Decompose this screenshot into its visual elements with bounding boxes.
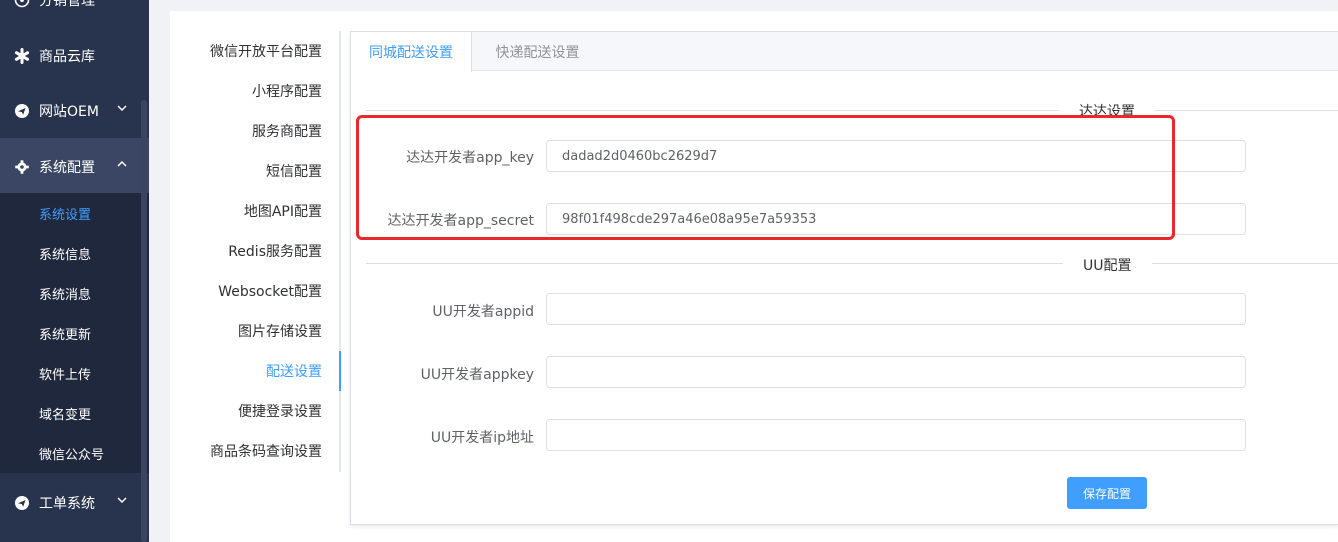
settings-nav-service-provider[interactable]: 服务商配置 <box>252 111 322 151</box>
settings-nav-barcode-query[interactable]: 商品条码查询设置 <box>210 431 322 471</box>
settings-nav-map-api[interactable]: 地图API配置 <box>244 191 322 231</box>
sidebar: 分销管理 商品云库 网站OEM 系统配置 系统设置 系统信息 系统消息 系统更新… <box>0 0 149 542</box>
settings-nav-websocket[interactable]: Websocket配置 <box>218 271 322 311</box>
distribution-icon <box>14 0 30 8</box>
sidebar-item-label: 商品云库 <box>39 48 95 65</box>
chevron-down-icon <box>115 493 129 507</box>
dada-app-secret-label: 达达开发者app_secret <box>387 213 534 229</box>
chevron-down-icon <box>115 101 129 115</box>
dada-app-key-label: 达达开发者app_key <box>406 150 534 166</box>
dada-app-key-input[interactable] <box>546 140 1246 172</box>
sidebar-subitem-system-update[interactable]: 系统更新 <box>0 313 141 353</box>
tab-local-delivery[interactable]: 同城配送设置 <box>351 32 472 72</box>
settings-nav-mini-program[interactable]: 小程序配置 <box>252 71 322 111</box>
settings-nav: 微信开放平台配置 小程序配置 服务商配置 短信配置 地图API配置 Redis服… <box>170 31 342 472</box>
settings-nav-quick-login[interactable]: 便捷登录设置 <box>238 391 322 431</box>
dada-divider <box>366 110 1338 111</box>
uu-ip-input[interactable] <box>546 419 1246 451</box>
tab-express-delivery[interactable]: 快递配送设置 <box>472 32 603 72</box>
sidebar-item-product-cloud[interactable]: 商品云库 <box>0 28 141 83</box>
sidebar-item-label: 分销管理 <box>39 0 95 9</box>
sidebar-item-label: 网站OEM <box>39 103 99 120</box>
uu-divider <box>366 263 1338 264</box>
sidebar-subitem-wechat-official[interactable]: 微信公众号 <box>0 433 141 473</box>
asterisk-icon <box>14 47 30 64</box>
uu-appkey-input[interactable] <box>546 356 1246 388</box>
uu-section-title: UU配置 <box>1063 255 1152 275</box>
send-icon <box>14 103 30 119</box>
sidebar-item-distribution[interactable]: 分销管理 <box>0 0 141 27</box>
uu-appid-label: UU开发者appid <box>432 304 534 320</box>
sidebar-item-oem[interactable]: 网站OEM <box>0 83 141 138</box>
sidebar-subitem-software-upload[interactable]: 软件上传 <box>0 353 141 393</box>
sidebar-subitem-system-info[interactable]: 系统信息 <box>0 233 141 273</box>
settings-nav-image-storage[interactable]: 图片存储设置 <box>238 311 322 351</box>
uu-appkey-label: UU开发者appkey <box>420 367 534 383</box>
chevron-up-icon <box>115 157 129 171</box>
dada-app-secret-input[interactable] <box>546 203 1246 235</box>
settings-nav-active-indicator <box>339 351 341 391</box>
settings-nav-wechat-open[interactable]: 微信开放平台配置 <box>210 31 322 71</box>
sidebar-item-label: 系统配置 <box>39 159 95 176</box>
sidebar-item-label: 工单系统 <box>39 495 95 512</box>
settings-nav-delivery[interactable]: 配送设置 <box>266 351 322 391</box>
settings-nav-redis[interactable]: Redis服务配置 <box>228 231 322 271</box>
save-config-button[interactable]: 保存配置 <box>1067 477 1147 509</box>
send-icon <box>14 495 30 511</box>
sidebar-scrollbar[interactable] <box>141 100 147 542</box>
settings-nav-sms[interactable]: 短信配置 <box>266 151 322 191</box>
settings-nav-rule <box>339 31 341 472</box>
sidebar-subitem-domain-change[interactable]: 域名变更 <box>0 393 141 433</box>
uu-ip-label: UU开发者ip地址 <box>430 430 534 446</box>
sidebar-item-system-config[interactable]: 系统配置 <box>0 139 141 194</box>
dada-section-title: 达达设置 <box>1059 101 1155 121</box>
gear-icon <box>14 159 30 175</box>
sidebar-item-ticket-system[interactable]: 工单系统 <box>0 475 141 530</box>
sidebar-subitem-system-settings[interactable]: 系统设置 <box>0 193 141 233</box>
uu-appid-input[interactable] <box>546 293 1246 325</box>
sidebar-subitem-system-messages[interactable]: 系统消息 <box>0 273 141 313</box>
